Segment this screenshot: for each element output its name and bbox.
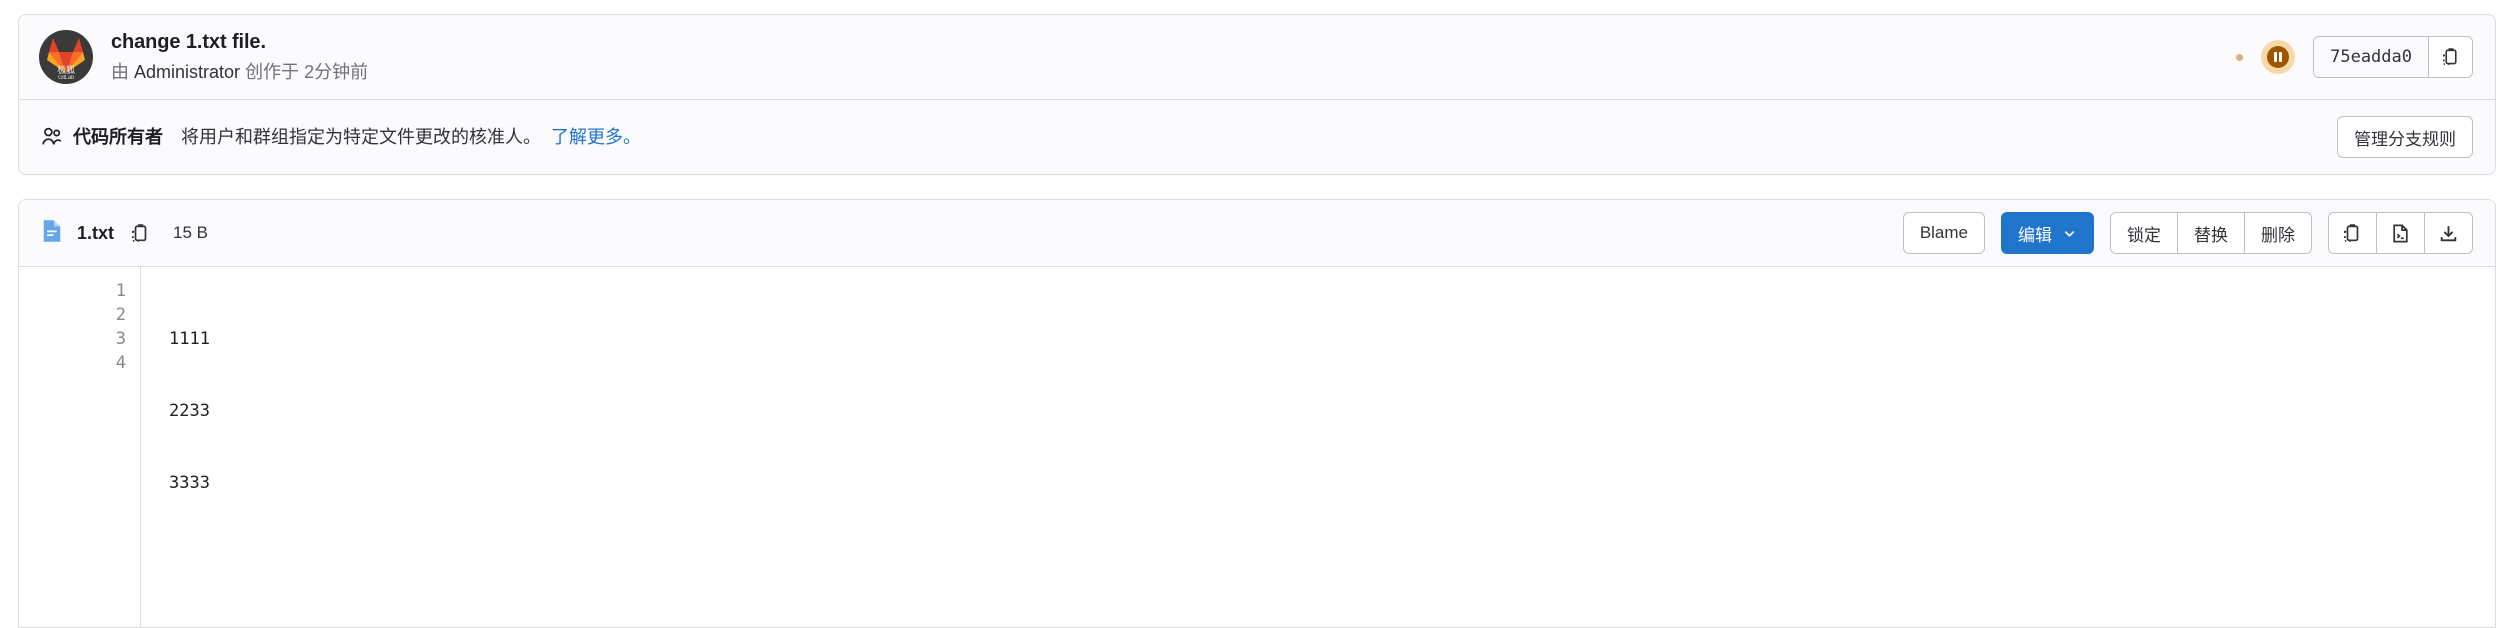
commit-card: 极狐 GitLab change 1.txt file. 由 Administr… bbox=[18, 14, 2496, 175]
raw-file-icon bbox=[2393, 224, 2408, 242]
file-modify-button-group: 锁定 替换 删除 bbox=[2110, 212, 2312, 254]
file-header: 1.txt 15 B Blame 编辑 锁定 替换 删除 bbox=[19, 200, 2495, 267]
codeowners-text: 代码所有者 将用户和群组指定为特定文件更改的核准人。 了解更多。 bbox=[41, 125, 2337, 149]
copy-icon bbox=[2442, 48, 2457, 65]
file-content-viewer: 1 2 3 4 1111 2233 3333 bbox=[19, 267, 2495, 627]
blame-button[interactable]: Blame bbox=[1902, 212, 1985, 254]
lock-button[interactable]: 锁定 bbox=[2111, 213, 2177, 253]
code-line: 2233 bbox=[169, 401, 210, 421]
commit-title[interactable]: change 1.txt file. bbox=[111, 29, 2236, 55]
codeowners-title: 代码所有者 bbox=[73, 127, 163, 147]
file-name: 1.txt bbox=[77, 222, 115, 243]
commit-author[interactable]: Administrator bbox=[134, 62, 240, 82]
commit-sha-group: 75eadda0 bbox=[2313, 36, 2473, 78]
avatar[interactable]: 极狐 GitLab bbox=[39, 30, 93, 84]
commit-actions: 75eadda0 bbox=[2236, 36, 2473, 78]
avatar-label: 极狐 GitLab bbox=[57, 65, 75, 82]
copy-icon bbox=[132, 223, 147, 242]
byline-middle: 创作于 bbox=[245, 62, 300, 82]
manage-branch-rules-button[interactable]: 管理分支规则 bbox=[2337, 116, 2473, 158]
chevron-down-icon bbox=[2064, 230, 2075, 237]
download-button[interactable] bbox=[2424, 213, 2472, 253]
line-number[interactable]: 4 bbox=[19, 351, 126, 375]
copy-sha-button[interactable] bbox=[2428, 37, 2472, 77]
delete-button[interactable]: 删除 bbox=[2244, 213, 2311, 253]
document-icon-glyph bbox=[43, 219, 61, 242]
copy-file-contents-button[interactable] bbox=[2329, 213, 2376, 253]
edit-button-label: 编辑 bbox=[2018, 225, 2052, 245]
commit-sha[interactable]: 75eadda0 bbox=[2314, 37, 2428, 77]
codeowners-banner: 代码所有者 将用户和群组指定为特定文件更改的核准人。 了解更多。 管理分支规则 bbox=[19, 99, 2495, 174]
commit-time-ago: 2分钟前 bbox=[304, 62, 369, 82]
file-action-buttons: Blame 编辑 锁定 替换 删除 bbox=[1902, 212, 2473, 254]
users-icon bbox=[41, 126, 63, 148]
line-number[interactable]: 1 bbox=[19, 279, 126, 303]
code-line: 1111 bbox=[169, 329, 210, 349]
line-number[interactable]: 2 bbox=[19, 303, 126, 327]
file-icon-button-group bbox=[2328, 212, 2473, 254]
learn-more-link[interactable]: 了解更多。 bbox=[551, 125, 641, 149]
commit-meta: change 1.txt file. 由 Administrator 创作于 2… bbox=[111, 29, 2236, 85]
document-icon bbox=[41, 218, 63, 249]
separator-dot-icon bbox=[2236, 53, 2244, 61]
code-line: 3333 bbox=[169, 473, 210, 493]
copy-icon bbox=[2344, 223, 2359, 242]
pause-bar-right bbox=[2279, 52, 2283, 62]
file-size: 15 B bbox=[173, 223, 208, 242]
pipeline-status-badge[interactable] bbox=[2261, 40, 2296, 74]
replace-button[interactable]: 替换 bbox=[2177, 213, 2244, 253]
line-number-gutter: 1 2 3 4 bbox=[19, 267, 141, 627]
download-icon bbox=[2440, 225, 2457, 241]
file-identity: 1.txt 15 B bbox=[41, 218, 1903, 249]
codeowners-description: 将用户和群组指定为特定文件更改的核准人。 bbox=[181, 127, 541, 147]
open-raw-button[interactable] bbox=[2376, 213, 2424, 253]
commit-byline: 由 Administrator 创作于 2分钟前 bbox=[111, 59, 2236, 85]
edit-button[interactable]: 编辑 bbox=[2001, 212, 2094, 254]
commit-header-row: 极狐 GitLab change 1.txt file. 由 Administr… bbox=[19, 15, 2495, 99]
pause-bar-left bbox=[2273, 52, 2277, 62]
byline-prefix: 由 bbox=[111, 62, 129, 82]
line-number[interactable]: 3 bbox=[19, 327, 126, 351]
copy-file-path-button[interactable] bbox=[128, 221, 153, 246]
pipeline-paused-icon bbox=[2267, 46, 2290, 68]
code-content[interactable]: 1111 2233 3333 bbox=[141, 267, 2495, 627]
file-viewer-card: 1.txt 15 B Blame 编辑 锁定 替换 删除 1 2 3 4 111… bbox=[18, 199, 2496, 628]
